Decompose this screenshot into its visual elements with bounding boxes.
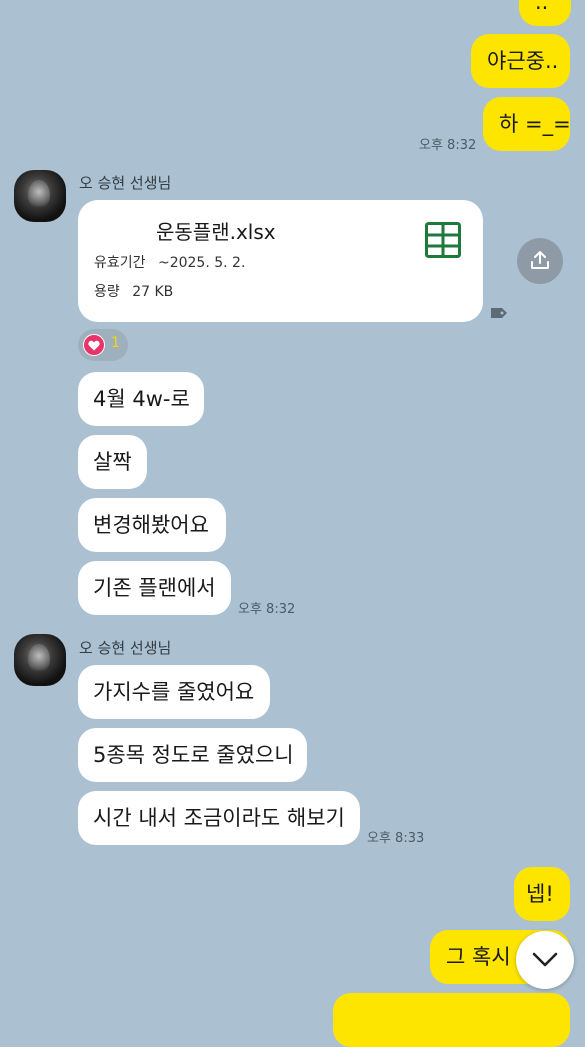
scroll-to-bottom-button[interactable] xyxy=(516,931,574,989)
redacted-text xyxy=(94,218,154,238)
sender-name: 오 승현 선생님 xyxy=(79,174,172,192)
file-name: 운동플랜.xlsx xyxy=(156,220,276,244)
message-time: 오후 8:33 xyxy=(367,831,425,846)
share-button[interactable] xyxy=(517,238,563,284)
file-validity-label: 유효기간 xyxy=(94,255,146,271)
avatar[interactable] xyxy=(14,634,66,686)
reaction-badge[interactable]: 1 xyxy=(78,329,128,361)
heart-icon xyxy=(88,340,100,351)
outgoing-message-partial[interactable] xyxy=(333,993,570,1047)
message-time: 오후 8:32 xyxy=(238,602,296,617)
tag-icon[interactable] xyxy=(491,308,507,318)
incoming-message[interactable]: 기존 플랜에서 xyxy=(78,561,231,615)
file-validity: 유효기간 ~2025. 5. 2. xyxy=(94,252,245,272)
chevron-down-icon xyxy=(532,952,558,967)
sender-name: 오 승현 선생님 xyxy=(79,639,172,657)
avatar[interactable] xyxy=(14,170,66,222)
incoming-message[interactable]: 4월 4w-로 xyxy=(78,372,204,426)
outgoing-message[interactable]: 하 =_= xyxy=(483,97,571,151)
file-size-label: 용량 xyxy=(94,284,120,300)
file-size-value: 27 KB xyxy=(132,284,174,300)
incoming-message[interactable]: 가지수를 줄였어요 xyxy=(78,665,270,719)
incoming-message[interactable]: 시간 내서 조금이라도 해보기 xyxy=(78,791,360,845)
reaction-count: 1 xyxy=(111,335,120,351)
spreadsheet-icon xyxy=(425,222,461,258)
outgoing-message[interactable]: .. xyxy=(519,0,571,26)
file-size: 용량 27 KB xyxy=(94,281,173,301)
file-attachment-card[interactable]: 운동플랜.xlsx 유효기간 ~2025. 5. 2. 용량 27 KB xyxy=(78,200,483,322)
heart-reaction xyxy=(83,334,105,356)
file-validity-value: ~2025. 5. 2. xyxy=(157,255,246,271)
incoming-message[interactable]: 변경해봤어요 xyxy=(78,498,226,552)
message-time: 오후 8:32 xyxy=(419,138,477,153)
share-upload-icon xyxy=(531,251,549,269)
incoming-message[interactable]: 5종목 정도로 줄였으니 xyxy=(78,728,307,782)
outgoing-message[interactable]: 야근중.. xyxy=(471,34,570,88)
incoming-message[interactable]: 살짝 xyxy=(78,435,147,489)
outgoing-message[interactable]: 넵! xyxy=(514,867,570,921)
